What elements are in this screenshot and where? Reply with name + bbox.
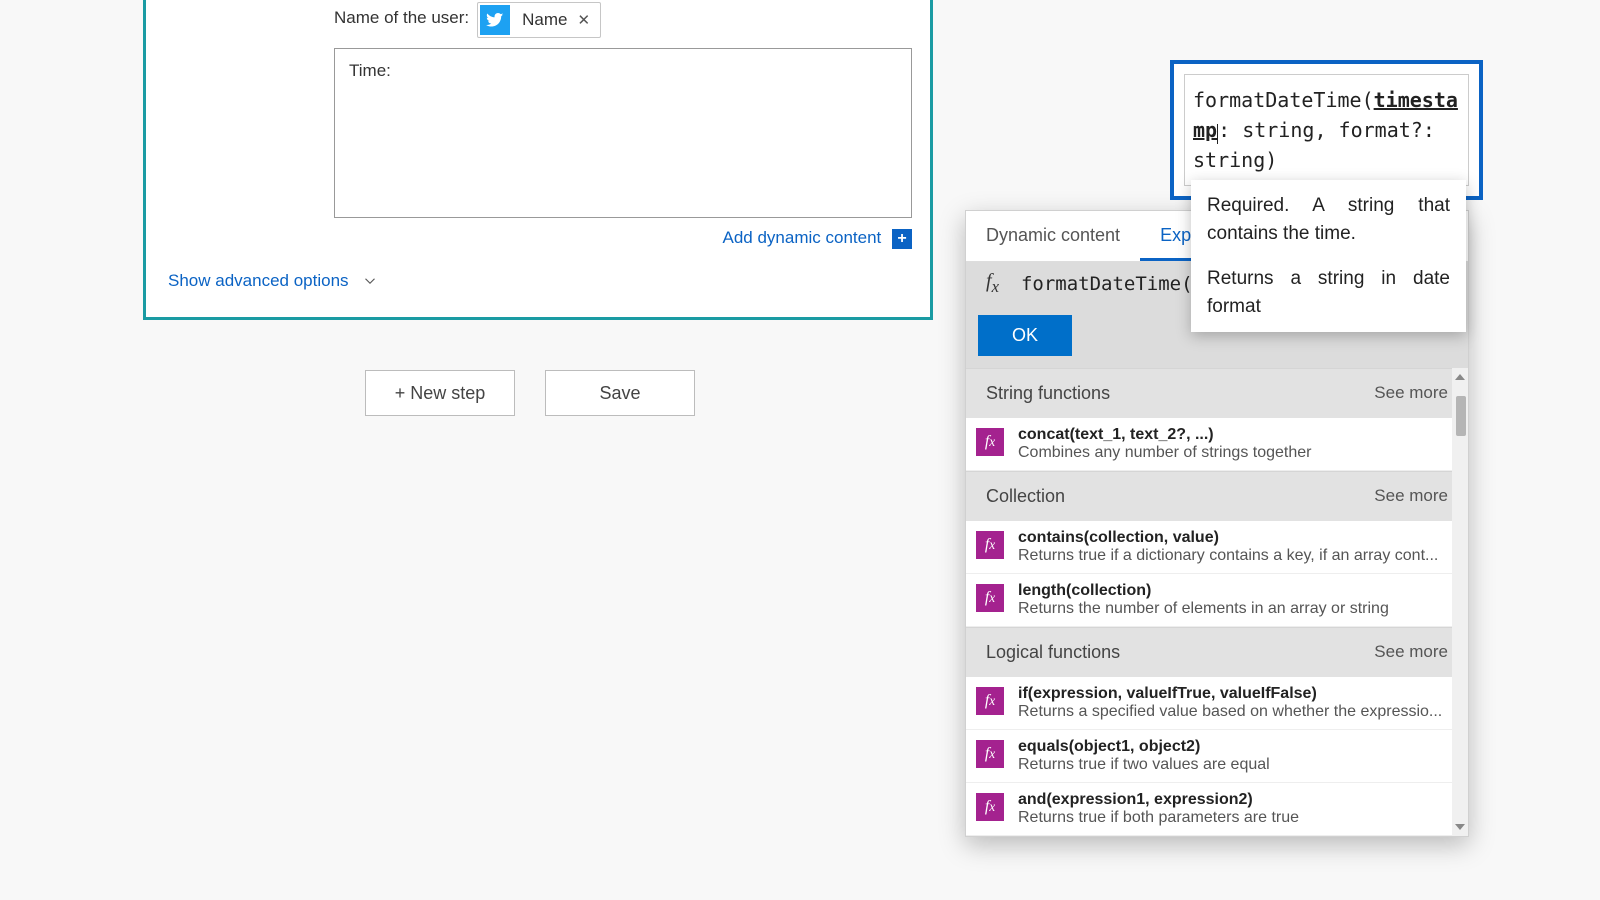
function-description: Returns true if two values are equal (1018, 756, 1448, 774)
function-if[interactable]: fx if(expression, valueIfTrue, valueIfFa… (966, 677, 1468, 730)
see-more-link[interactable]: See more (1374, 486, 1448, 507)
function-description: Returns true if a dictionary contains a … (1018, 547, 1448, 565)
action-card: Name of the user: Name ✕ Time: Add dynam… (143, 0, 933, 320)
function-and[interactable]: fx and(expression1, expression2) Returns… (966, 783, 1468, 836)
group-collection: Collection See more (966, 471, 1468, 521)
scrollbar-track[interactable] (1452, 368, 1468, 836)
time-label: Time: (349, 61, 391, 80)
add-dynamic-content-link[interactable]: Add dynamic content (723, 228, 882, 247)
ok-button[interactable]: OK (978, 315, 1072, 356)
plus-icon[interactable]: + (892, 229, 912, 249)
function-signature: equals(object1, object2) (1018, 738, 1448, 756)
function-description: Returns a specified value based on wheth… (1018, 703, 1448, 721)
scroll-down-icon[interactable] (1455, 824, 1465, 830)
action-buttons: + New step Save (365, 370, 695, 416)
user-field-row: Name of the user: Name ✕ (334, 2, 912, 38)
signature-code: formatDateTime(timestamp: string, format… (1184, 74, 1469, 186)
fx-icon: fx (986, 270, 999, 297)
help-required: Required. A string that contains the tim… (1207, 192, 1450, 247)
group-label: String functions (986, 383, 1110, 404)
group-logical-functions: Logical functions See more (966, 627, 1468, 677)
function-equals[interactable]: fx equals(object1, object2) Returns true… (966, 730, 1468, 783)
twitter-icon (480, 5, 510, 35)
signature-popover: formatDateTime(timestamp: string, format… (1170, 60, 1483, 200)
group-label: Collection (986, 486, 1065, 507)
function-concat[interactable]: fx concat(text_1, text_2?, ...) Combines… (966, 418, 1468, 471)
function-signature: and(expression1, expression2) (1018, 791, 1448, 809)
see-more-link[interactable]: See more (1374, 383, 1448, 404)
user-label: Name of the user: (334, 2, 469, 28)
fx-badge-icon: fx (976, 531, 1004, 559)
fx-badge-icon: fx (976, 584, 1004, 612)
fx-badge-icon: fx (976, 793, 1004, 821)
show-advanced-label: Show advanced options (168, 271, 349, 291)
time-input[interactable]: Time: (334, 48, 912, 218)
group-string-functions: String functions See more (966, 368, 1468, 418)
new-step-button[interactable]: + New step (365, 370, 515, 416)
function-description: Returns the number of elements in an arr… (1018, 600, 1448, 618)
function-signature: length(collection) (1018, 582, 1448, 600)
tab-dynamic-content[interactable]: Dynamic content (966, 211, 1140, 261)
expression-input[interactable]: formatDateTime( (1021, 273, 1193, 295)
function-list[interactable]: String functions See more fx concat(text… (966, 368, 1468, 836)
function-signature: contains(collection, value) (1018, 529, 1448, 547)
dynamic-token-name[interactable]: Name ✕ (477, 2, 601, 38)
fx-badge-icon: fx (976, 428, 1004, 456)
function-contains[interactable]: fx contains(collection, value) Returns t… (966, 521, 1468, 574)
token-label: Name (522, 10, 567, 30)
scroll-up-icon[interactable] (1455, 374, 1465, 380)
dynamic-content-row: Add dynamic content + (146, 218, 930, 249)
scroll-thumb[interactable] (1456, 396, 1466, 436)
token-remove-icon[interactable]: ✕ (577, 11, 590, 29)
help-popover: Required. A string that contains the tim… (1191, 180, 1466, 332)
chevron-down-icon (361, 272, 379, 290)
function-signature: if(expression, valueIfTrue, valueIfFalse… (1018, 685, 1448, 703)
see-more-link[interactable]: See more (1374, 642, 1448, 663)
fx-badge-icon: fx (976, 740, 1004, 768)
save-button[interactable]: Save (545, 370, 695, 416)
function-signature: concat(text_1, text_2?, ...) (1018, 426, 1448, 444)
function-description: Returns true if both parameters are true (1018, 809, 1448, 827)
fx-badge-icon: fx (976, 687, 1004, 715)
help-returns: Returns a string in date format (1207, 265, 1450, 320)
group-label: Logical functions (986, 642, 1120, 663)
show-advanced-toggle[interactable]: Show advanced options (146, 249, 930, 291)
function-description: Combines any number of strings together (1018, 444, 1448, 462)
function-length[interactable]: fx length(collection) Returns the number… (966, 574, 1468, 627)
